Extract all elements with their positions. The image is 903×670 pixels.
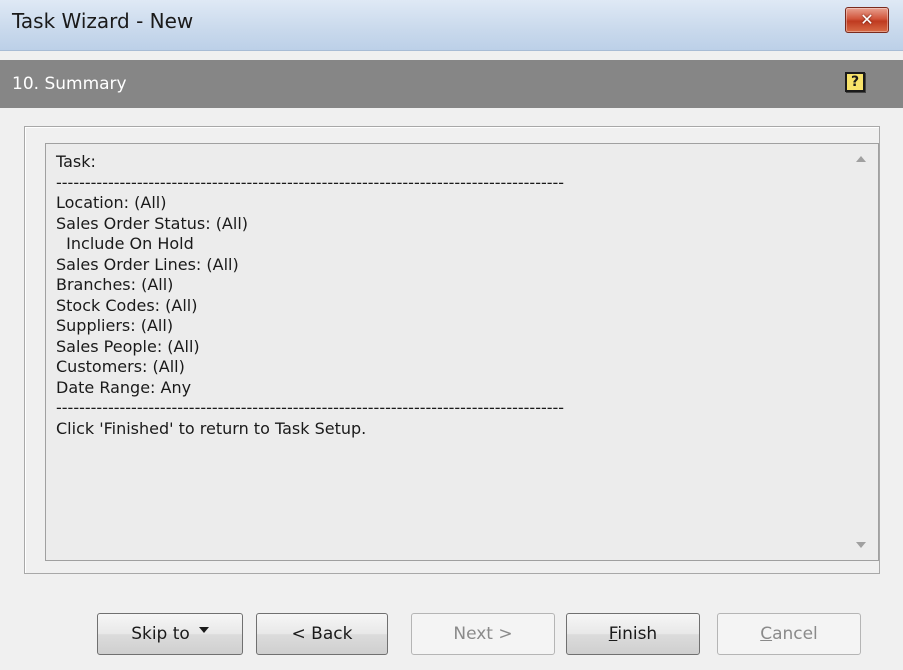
finish-button[interactable]: Finish	[566, 613, 700, 655]
next-label: Next >	[453, 624, 513, 644]
summary-line: Click 'Finished' to return to Task Setup…	[56, 418, 367, 438]
close-button[interactable]: ✕	[845, 7, 889, 33]
cancel-label: Cancel	[760, 624, 818, 644]
summary-line: Location: (All)	[56, 193, 167, 212]
scroll-up-arrow-icon[interactable]	[856, 156, 866, 162]
back-button[interactable]: < Back	[256, 613, 388, 655]
close-icon: ✕	[860, 10, 874, 29]
back-label: < Back	[291, 624, 353, 644]
summary-text-area[interactable]: Task: ----------------------------------…	[45, 143, 879, 561]
summary-line: Task:	[56, 152, 96, 171]
summary-line: Sales People: (All)	[56, 336, 200, 356]
vertical-scrollbar[interactable]	[844, 144, 878, 560]
finish-label: Finish	[608, 624, 658, 644]
summary-line: Stock Codes: (All)	[56, 295, 198, 315]
summary-line: ----------------------------------------…	[56, 172, 565, 192]
cancel-button[interactable]: Cancel	[717, 613, 861, 655]
title-bar[interactable]: Task Wizard - New ✕	[0, 0, 903, 51]
step-title: 10. Summary	[12, 74, 127, 94]
summary-lines: Task: ----------------------------------…	[56, 152, 838, 439]
step-header: 10. Summary ?	[0, 60, 903, 108]
summary-line: Customers: (All)	[56, 357, 185, 376]
task-wizard-window: Task Wizard - New ✕ 10. Summary ? Task: …	[0, 0, 903, 670]
summary-line: ----------------------------------------…	[56, 398, 565, 417]
summary-line: Date Range: Any	[56, 377, 192, 397]
chevron-down-icon	[198, 627, 209, 633]
summary-line: Sales Order Lines: (All)	[56, 254, 239, 274]
summary-line: Branches: (All)	[56, 275, 174, 294]
help-icon[interactable]: ?	[845, 72, 865, 92]
next-button[interactable]: Next >	[411, 613, 555, 655]
summary-line: Include On Hold	[56, 234, 194, 253]
scroll-down-arrow-icon[interactable]	[856, 542, 866, 548]
window-title: Task Wizard - New	[12, 9, 194, 33]
skip-to-label: Skip to	[131, 624, 190, 644]
skip-to-button[interactable]: Skip to	[97, 613, 243, 655]
summary-line: Sales Order Status: (All)	[56, 213, 249, 233]
summary-line: Suppliers: (All)	[56, 316, 174, 335]
